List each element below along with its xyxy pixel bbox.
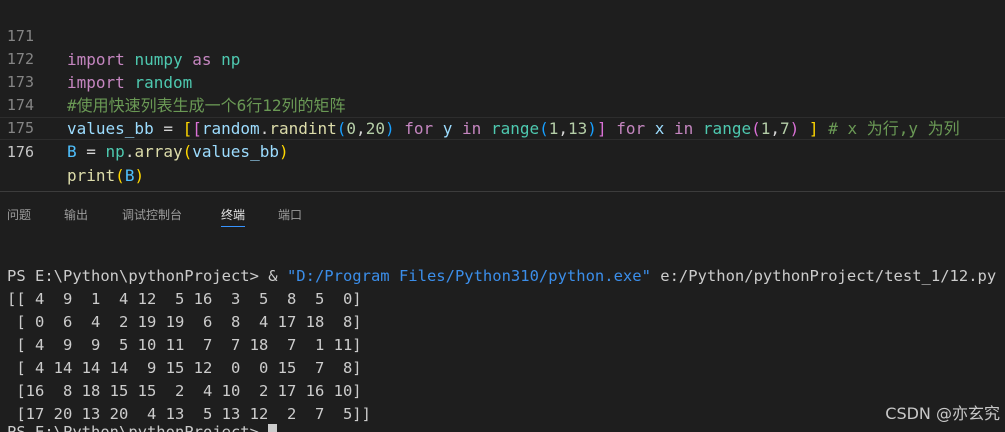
code-line-173[interactable]: 173 #使用快速列表生成一个6行12列的矩阵 (0, 48, 1005, 115)
code-line-174[interactable]: 174 values_bb = [[random.randint(0,20) f… (0, 71, 1005, 138)
tab-debug-console[interactable]: 调试控制台 (122, 206, 182, 226)
watermark: CSDN @亦玄究 (885, 404, 1000, 423)
tab-output[interactable]: 输出 (64, 206, 88, 226)
code-line-171[interactable]: 171 import numpy as np (0, 2, 1005, 69)
code-line-172[interactable]: 172 import random (0, 25, 1005, 92)
line-number: 176 (6, 143, 34, 161)
code-text: B = np.array(values_bb) (67, 142, 289, 161)
terminal-cursor (268, 424, 278, 432)
terminal-output-line: [[ 4 9 1 4 12 5 16 3 5 8 5 0] (7, 290, 362, 308)
terminal-output-line: [ 4 9 9 5 10 11 7 7 18 7 1 11] (7, 336, 362, 354)
panel-tab-bar: 问题 输出 调试控制台 终端 端口 (0, 200, 1005, 230)
code-text: print(B) (67, 166, 145, 185)
terminal-command-line: PS E:\Python\pythonProject> & "D:/Progra… (7, 267, 997, 285)
terminal-view[interactable]: PS E:\Python\pythonProject> & "D:/Progra… (0, 265, 1005, 432)
terminal-output-line: [ 0 6 4 2 19 19 6 8 4 17 18 8] (7, 313, 362, 331)
tab-terminal[interactable]: 终端 (221, 206, 246, 227)
panel-divider (0, 191, 1005, 192)
tab-ports[interactable]: 端口 (278, 206, 302, 226)
code-line-175[interactable]: 175 B = np.array(values_bb) (0, 94, 1005, 161)
terminal-output-line: [16 8 18 15 15 2 4 10 2 17 16 10] (7, 382, 362, 400)
code-editor[interactable]: 171 import numpy as np 172 import random… (0, 0, 1005, 190)
terminal-prompt-line[interactable]: PS E:\Python\pythonProject> (7, 421, 278, 432)
tab-problems[interactable]: 问题 (7, 206, 31, 226)
terminal-output-line: [ 4 14 14 14 9 15 12 0 0 15 7 8] (7, 359, 362, 377)
code-line-176-current[interactable]: 176 print(B) (0, 117, 1005, 185)
terminal-prompt: PS E:\Python\pythonProject> (7, 423, 269, 432)
